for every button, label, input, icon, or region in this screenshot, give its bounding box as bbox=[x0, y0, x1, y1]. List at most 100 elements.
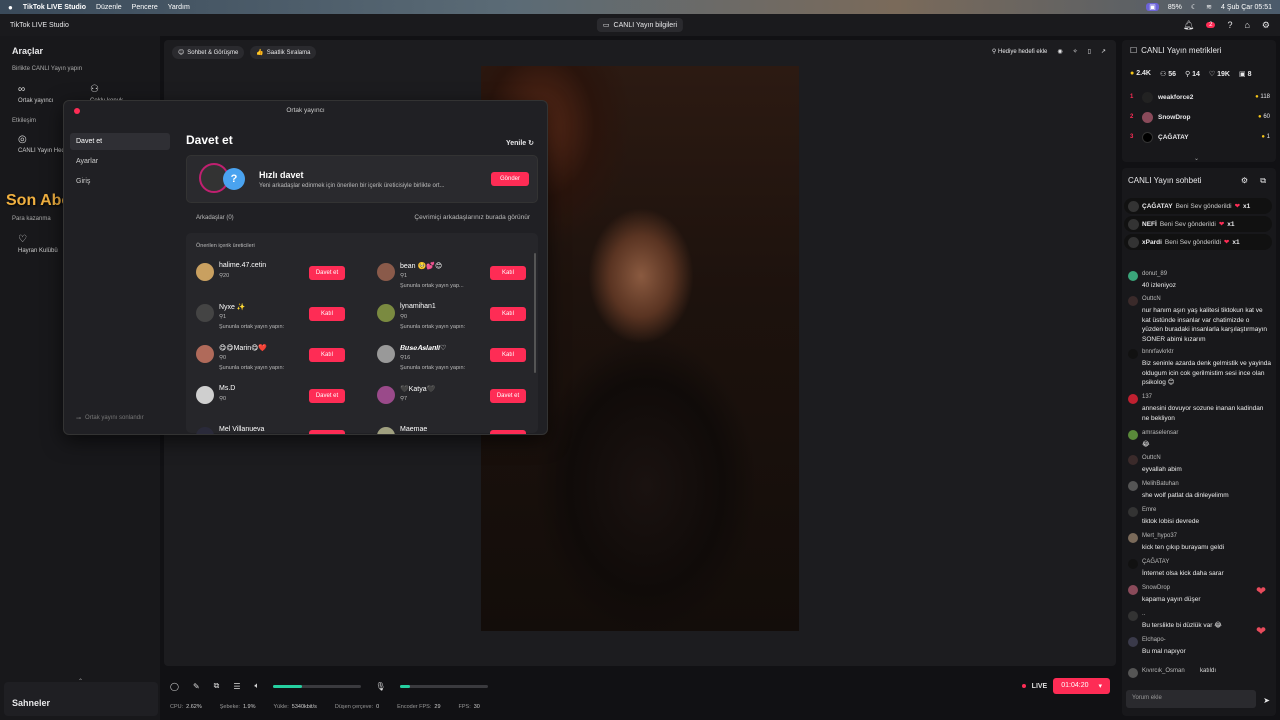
close-icon[interactable] bbox=[74, 108, 80, 114]
upload-value: 5340kbit/s bbox=[291, 704, 317, 710]
avatar bbox=[1128, 668, 1138, 678]
monitor-icon: ▭ bbox=[602, 22, 610, 29]
effects-icon[interactable]: ✧ bbox=[1073, 48, 1078, 55]
creator-action-button[interactable]: Davet et bbox=[309, 266, 345, 280]
home-icon[interactable]: ⌂ bbox=[1244, 20, 1249, 30]
screen-record-icon[interactable]: ▣ bbox=[1146, 3, 1159, 11]
avatar bbox=[196, 263, 214, 281]
comment-input[interactable]: Yorum ekle bbox=[1126, 690, 1256, 708]
creator-action-button[interactable]: Davet et bbox=[309, 389, 345, 403]
nav-login[interactable]: Giriş bbox=[70, 173, 170, 190]
gift-goal-button[interactable]: ⚲ Hediye hedefi ekle bbox=[992, 48, 1047, 55]
bell-icon[interactable]: 🔔︎ bbox=[1183, 20, 1194, 31]
fps-value: 30 bbox=[473, 704, 480, 710]
creator-name: Ms.D bbox=[219, 385, 236, 392]
leader-rank: 2 bbox=[1130, 114, 1134, 120]
gift-text: Beni Sev gönderildi bbox=[1175, 202, 1232, 210]
menu-duzenle[interactable]: Düzenle bbox=[96, 4, 122, 11]
encoder-fps-stat: Encoder FPS: 29 bbox=[397, 704, 440, 710]
creator-action-button[interactable]: Katıl bbox=[309, 348, 345, 362]
likes-value: 19K bbox=[1217, 71, 1230, 78]
chat-text: eyvallah abim bbox=[1142, 466, 1182, 473]
send-button[interactable]: Gönder bbox=[491, 172, 529, 186]
menu-yardim[interactable]: Yardım bbox=[168, 4, 190, 11]
nav-invite[interactable]: Davet et bbox=[70, 133, 170, 150]
chat-username: donut_89 bbox=[1142, 271, 1168, 277]
avatar bbox=[1128, 430, 1138, 440]
chat-text: kapama yayın düşer bbox=[1142, 596, 1201, 603]
chevron-down-icon[interactable]: ⌄ bbox=[1194, 155, 1199, 162]
layers-icon[interactable]: ⧉ bbox=[214, 681, 220, 691]
wifi-icon[interactable]: ≋ bbox=[1206, 3, 1212, 11]
share-icon[interactable]: ↗ bbox=[1101, 48, 1106, 55]
creator-action-button[interactable]: Davet et bbox=[490, 430, 526, 434]
floating-heart-icon: ❤ bbox=[1256, 624, 1267, 638]
creator-action-button[interactable]: Katıl bbox=[490, 307, 526, 321]
live-timer-button[interactable]: 01:04:20 ▾ bbox=[1053, 678, 1110, 694]
avatar bbox=[196, 345, 214, 363]
leaderboard-row[interactable]: 1 weakforce2 ● 118 bbox=[1130, 92, 1270, 106]
menubar-app-name[interactable]: TikTok LIVE Studio bbox=[23, 4, 86, 11]
viewers-icon: ⚇ bbox=[1159, 71, 1167, 78]
scenes-panel[interactable]: ⌃ Sahneler bbox=[4, 679, 158, 716]
cpu-stat: CPU: 2.62% bbox=[170, 704, 202, 710]
creator-status: Şununla ortak yayın yap... bbox=[400, 283, 464, 289]
leaderboard-row[interactable]: 3 ÇAĞATAY ● 1 bbox=[1130, 132, 1270, 146]
nav-settings[interactable]: Ayarlar bbox=[70, 153, 170, 170]
leader-rank: 3 bbox=[1130, 134, 1134, 140]
creator-action-button[interactable]: Davet et bbox=[309, 430, 345, 434]
creator-follower-count: ⚲16 bbox=[400, 355, 411, 361]
creator-row: lynamihan1 ⚲0 Şununla ortak yayın yapın: Ka… bbox=[377, 302, 547, 334]
speaker-volume-slider[interactable] bbox=[273, 684, 362, 688]
speaker-icon[interactable]: 🔈︎ bbox=[255, 681, 260, 691]
dialog-header: Ortak yayıncı bbox=[64, 101, 547, 121]
settings-icon[interactable]: ⚙ bbox=[1262, 20, 1270, 31]
record-icon[interactable]: ◉ bbox=[1057, 48, 1062, 55]
creator-action-button[interactable]: Davet et bbox=[490, 389, 526, 403]
menu-pencere[interactable]: Pencere bbox=[132, 4, 158, 11]
pen-icon[interactable]: ✎ bbox=[193, 682, 200, 691]
end-co-host-button[interactable]: ⊸ Ortak yayını sonlandır bbox=[76, 415, 144, 422]
circle-icon[interactable]: ◯ bbox=[170, 682, 179, 691]
creator-row: 🖤Katya🖤 ⚲7 Davet et bbox=[377, 384, 547, 416]
metrics-stats: ● 2.4K ⚇ 56 ⚲ 14 ♡ 19K ▣ 8 bbox=[1130, 70, 1251, 78]
moon-icon[interactable]: ☾ bbox=[1191, 3, 1197, 11]
creator-action-button[interactable]: Katıl bbox=[490, 348, 526, 362]
mic-volume-slider[interactable] bbox=[399, 684, 488, 688]
upload-label: Yükle: bbox=[273, 704, 289, 710]
avatar bbox=[196, 304, 214, 322]
chip-chat-call[interactable]: 😊 Sohbet & Görüşme bbox=[172, 46, 245, 59]
creator-row: Mel Villanueva⚲0Davet et bbox=[196, 425, 366, 434]
send-icon[interactable]: ➤ bbox=[1263, 696, 1270, 705]
chevron-up-icon[interactable]: ⌃ bbox=[78, 678, 83, 685]
dropped-frames-stat: Düşen çerçeve: 0 bbox=[335, 704, 379, 710]
friends-label: Arkadaşlar (0) bbox=[196, 215, 234, 221]
live-info-button[interactable]: ▭ CANLI Yayın bilgileri bbox=[596, 18, 684, 32]
chat-username: .. bbox=[1142, 611, 1146, 617]
creator-row: Maemae⚲0Davet et bbox=[377, 425, 547, 434]
sliders-icon[interactable]: ☰ bbox=[233, 682, 240, 691]
creator-name: 𝑩𝒖𝒔𝒆𝑨𝒔𝒍𝒂𝒏𝒍𝒊♡ bbox=[400, 345, 447, 352]
leaderboard-row[interactable]: 2 SnowDrop ● 60 bbox=[1130, 112, 1270, 126]
gift-heart-icon: ❤ bbox=[1234, 203, 1241, 210]
toggle-icon: ⊸ bbox=[76, 416, 82, 422]
network-label: Şebeke: bbox=[219, 704, 240, 710]
coins-value: 2.4K bbox=[1136, 70, 1151, 77]
creator-action-button[interactable]: Katıl bbox=[490, 266, 526, 280]
refresh-button[interactable]: Yenile ↻ bbox=[506, 139, 534, 147]
creator-action-button[interactable]: Katıl bbox=[309, 307, 345, 321]
live-label: LIVE bbox=[1031, 682, 1048, 690]
chat-username: amraselensar bbox=[1142, 430, 1179, 436]
question-icon: ? bbox=[223, 168, 245, 190]
gift-heart-icon: ❤ bbox=[1223, 239, 1230, 246]
creator-follower-count: ⚲7 bbox=[400, 396, 408, 402]
clock-datetime[interactable]: 4 Şub Çar 05:51 bbox=[1221, 4, 1272, 11]
mic-icon[interactable]: 🎙︎ bbox=[375, 682, 385, 691]
chip-hourly-ranking[interactable]: 👍 Saatlik Sıralama bbox=[250, 46, 317, 59]
help-icon[interactable]: ? bbox=[1227, 20, 1232, 30]
phone-icon[interactable]: ▯ bbox=[1088, 48, 1091, 55]
settings-icon[interactable]: ⚙ bbox=[1241, 176, 1248, 185]
apple-icon[interactable]: ● bbox=[8, 3, 13, 12]
popout-icon[interactable]: ⧉ bbox=[1260, 176, 1266, 186]
fps-label: FPS: bbox=[458, 704, 471, 710]
